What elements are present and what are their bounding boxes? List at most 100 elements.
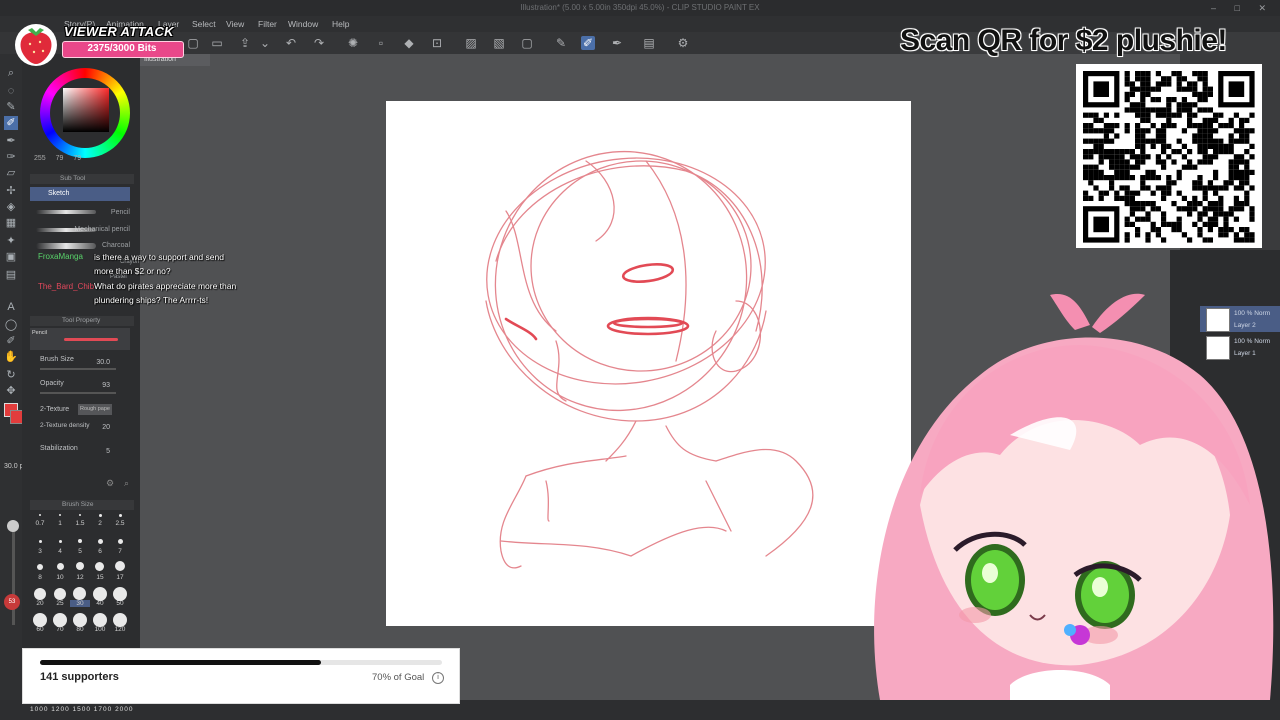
brush-tool-icon[interactable]: ✒: [4, 134, 18, 148]
ruler-tool-icon[interactable]: ▤: [4, 268, 18, 282]
qr-module: [1083, 190, 1089, 196]
invert-selection-icon[interactable]: ▧: [492, 36, 506, 50]
undo-icon[interactable]: ↶: [284, 36, 298, 50]
brush-size-cell[interactable]: 80: [70, 626, 90, 633]
qr-module: [1088, 112, 1094, 118]
new-file-icon[interactable]: ▢: [186, 36, 200, 50]
brush-size-cell[interactable]: 3: [30, 548, 50, 555]
brush-size-cell[interactable]: 40: [90, 600, 110, 607]
move-tool-icon[interactable]: ✥: [4, 384, 18, 398]
settings-icon[interactable]: ⚙: [676, 36, 690, 50]
balloon-tool-icon[interactable]: ◯: [4, 318, 18, 332]
tool-property-stroke: [64, 338, 118, 341]
transform-icon[interactable]: ⊡: [430, 36, 444, 50]
qr-module: [1166, 180, 1172, 186]
crop-icon[interactable]: ▢: [520, 36, 534, 50]
window-controls[interactable]: – □ ✕: [1211, 3, 1274, 14]
sub-tool-group-sketch[interactable]: Sketch: [30, 187, 130, 201]
text-tool-icon[interactable]: A: [4, 300, 18, 314]
size-slider-track[interactable]: [12, 525, 15, 625]
brush-size-slider[interactable]: [40, 368, 116, 370]
menu-help[interactable]: Help: [332, 19, 349, 29]
clear-icon[interactable]: ▫: [374, 36, 388, 50]
stabilization-value[interactable]: 5: [86, 448, 110, 455]
opacity-slider[interactable]: [40, 392, 116, 394]
brush-size-cell[interactable]: 6: [90, 548, 110, 555]
info-icon[interactable]: i: [432, 672, 444, 684]
qr-module: [1135, 76, 1141, 82]
qr-code[interactable]: [1076, 64, 1262, 248]
brush-size-cell[interactable]: 4: [50, 548, 70, 555]
rotate-tool-icon[interactable]: ↻: [4, 368, 18, 382]
brush-size-cell[interactable]: 8: [30, 574, 50, 581]
dropdown-icon[interactable]: ⌄: [258, 36, 272, 50]
brush-icon[interactable]: ✒: [610, 36, 624, 50]
eraser-tool-icon[interactable]: ▱: [4, 166, 18, 180]
brush-size-cell[interactable]: 25: [50, 600, 70, 607]
loading-icon[interactable]: ✺: [346, 36, 360, 50]
airbrush-tool-icon[interactable]: ✑: [4, 150, 18, 164]
brush-size-cell[interactable]: 60: [30, 626, 50, 633]
brush-size-cell[interactable]: 15: [90, 574, 110, 581]
opacity-value[interactable]: 93: [86, 382, 110, 389]
brush-size-cell[interactable]: 50: [110, 600, 130, 607]
texture-value[interactable]: Rough pape: [78, 404, 112, 415]
brush-size-value[interactable]: 30.0: [86, 359, 110, 366]
brush-size-cell[interactable]: 2: [90, 520, 110, 527]
menu-select[interactable]: Select: [192, 19, 216, 29]
brush-size-cell[interactable]: 1: [50, 520, 70, 527]
brush-size-cell[interactable]: 17: [110, 574, 130, 581]
redo-icon[interactable]: ↷: [312, 36, 326, 50]
qr-module: [1233, 159, 1239, 165]
correct-line-tool-icon[interactable]: ✐: [4, 334, 18, 348]
drawing-canvas[interactable]: [386, 101, 911, 626]
pencil-tool-icon[interactable]: ✐: [4, 116, 18, 130]
texture-density-value[interactable]: 20: [86, 424, 110, 431]
menu-window[interactable]: Window: [288, 19, 318, 29]
brush-size-cell-selected[interactable]: 30: [70, 600, 90, 607]
brush-size-cell[interactable]: 120: [110, 626, 130, 633]
hand-tool-icon[interactable]: ✋: [4, 350, 18, 364]
figure-tool-icon[interactable]: ✦: [4, 234, 18, 248]
qr-module: [1103, 128, 1109, 134]
color-saturation-square[interactable]: [63, 88, 109, 132]
menu-filter[interactable]: Filter: [258, 19, 277, 29]
qr-module: [1109, 138, 1115, 144]
qr-module: [1109, 123, 1115, 129]
brush-size-cell[interactable]: 100: [90, 626, 110, 633]
zoom-tool-icon[interactable]: ⌕: [4, 66, 18, 80]
brush-size-cell[interactable]: 2.5: [110, 520, 130, 527]
ruler-icon[interactable]: ▤: [642, 36, 656, 50]
open-file-icon[interactable]: ▭: [210, 36, 224, 50]
gradient-tool-icon[interactable]: ▦: [4, 216, 18, 230]
fill-tool-icon[interactable]: ◈: [4, 200, 18, 214]
fill-icon[interactable]: ◆: [402, 36, 416, 50]
brush-size-cell[interactable]: 12: [70, 574, 90, 581]
qr-module: [1213, 190, 1219, 196]
deselect-icon[interactable]: ▨: [464, 36, 478, 50]
brush-size-cell[interactable]: 70: [50, 626, 70, 633]
lasso-tool-icon[interactable]: ◌: [4, 84, 18, 98]
pencil-active-icon[interactable]: ✐: [581, 36, 595, 50]
save-icon[interactable]: ⇪: [238, 36, 252, 50]
brush-size-cell[interactable]: 0.7: [30, 520, 50, 527]
frame-tool-icon[interactable]: ▣: [4, 250, 18, 264]
pen-icon[interactable]: ✎: [554, 36, 568, 50]
eyedropper-tool-icon[interactable]: ✎: [4, 100, 18, 114]
qr-module: [1093, 149, 1099, 155]
qr-module: [1244, 190, 1250, 196]
brush-size-cell[interactable]: 1.5: [70, 520, 90, 527]
brush-size-cell[interactable]: 20: [30, 600, 50, 607]
menu-view[interactable]: View: [226, 19, 244, 29]
blend-tool-icon[interactable]: ✢: [4, 184, 18, 198]
size-slider-knob[interactable]: [7, 520, 19, 532]
qr-module: [1223, 216, 1229, 222]
qr-module: [1098, 159, 1104, 165]
qr-module: [1213, 112, 1219, 118]
brush-size-cell[interactable]: 7: [110, 548, 130, 555]
qr-module: [1181, 76, 1187, 82]
search-icon[interactable]: ⌕: [124, 478, 129, 489]
brush-size-cell[interactable]: 5: [70, 548, 90, 555]
brush-size-cell[interactable]: 10: [50, 574, 70, 581]
wrench-icon[interactable]: ⚙: [106, 478, 114, 489]
